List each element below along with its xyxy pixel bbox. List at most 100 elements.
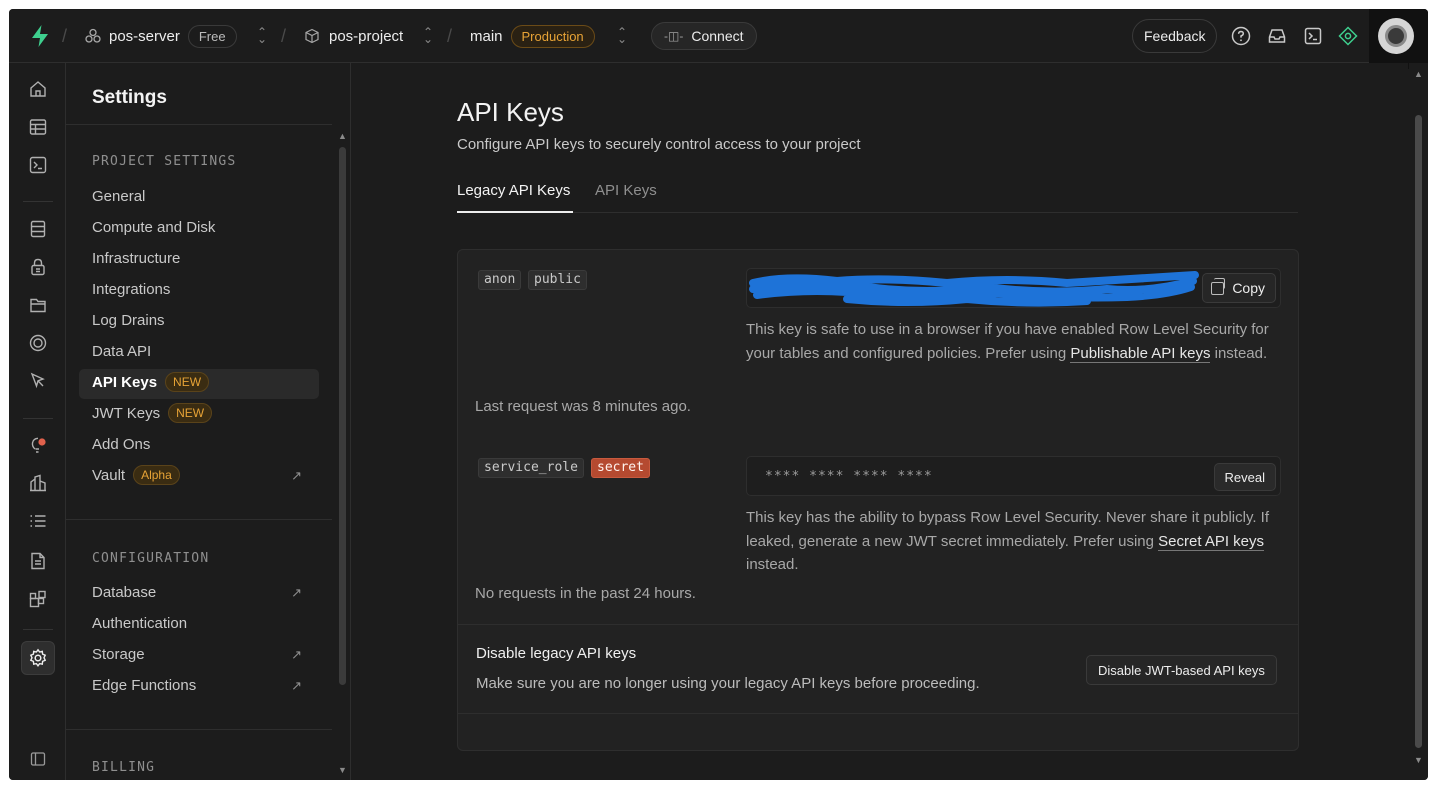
scroll-down-arrow-icon[interactable]: ▼ — [1414, 755, 1423, 765]
connect-button[interactable]: -◫- Connect — [651, 22, 757, 50]
branch-selector[interactable]: main Production — [470, 9, 595, 63]
user-avatar[interactable] — [1378, 18, 1414, 54]
scroll-down-arrow-icon[interactable]: ▼ — [338, 765, 347, 775]
project-name: pos-project — [329, 27, 404, 45]
disable-jwt-keys-button[interactable]: Disable JWT-based API keys — [1086, 655, 1277, 685]
sidebar-scrollbar[interactable]: ▲ ▼ — [336, 125, 348, 780]
avatar-area — [1369, 9, 1428, 69]
sidebar-item-label: Data API — [92, 343, 152, 360]
description-text: instead. — [1210, 344, 1268, 362]
secret-keys-link[interactable]: Secret API keys — [1158, 532, 1265, 551]
production-badge: Production — [510, 24, 595, 48]
sidebar-item-compute-and-disk[interactable]: Compute and Disk — [92, 214, 302, 242]
sidebar-item-edge-functions[interactable]: Edge Functions ↗ — [92, 672, 302, 700]
reveal-button[interactable]: Reveal — [1213, 463, 1276, 491]
branch-switcher-chevrons-icon[interactable]: ⌃ ⌄ — [617, 26, 627, 45]
rail-divider — [23, 418, 53, 419]
external-link-icon: ↗ — [291, 678, 302, 693]
project-box-icon — [305, 28, 319, 44]
main-scrollbar[interactable]: ▲ ▼ — [1409, 63, 1428, 780]
logs-icon[interactable] — [28, 511, 48, 531]
sidebar-divider — [66, 729, 332, 730]
sidebar-item-add-ons[interactable]: Add Ons — [92, 431, 302, 459]
scroll-up-arrow-icon[interactable]: ▲ — [338, 131, 347, 141]
sidebar-item-label: Edge Functions — [92, 677, 197, 694]
table-editor-icon[interactable] — [28, 117, 48, 137]
tab-legacy-api-keys[interactable]: Legacy API Keys — [457, 182, 570, 199]
project-selector[interactable]: pos-project — [304, 9, 403, 63]
edge-functions-icon[interactable] — [28, 333, 48, 353]
reports-icon[interactable] — [28, 473, 48, 493]
terminal-icon[interactable] — [1303, 26, 1323, 46]
org-name: pos-server — [109, 27, 180, 45]
rail-divider — [23, 629, 53, 630]
sidebar-divider — [66, 124, 332, 125]
auth-icon[interactable] — [28, 257, 48, 277]
sidebar-item-label: Add Ons — [92, 436, 151, 453]
sidebar-item-jwt-keys[interactable]: JWT Keys NEW — [92, 400, 302, 428]
top-bar: / pos-server Free ⌃ ⌄ / pos-project ⌃ ⌄ / … — [9, 9, 1428, 69]
section-heading-configuration: CONFIGURATION — [92, 551, 210, 566]
sql-editor-icon[interactable] — [28, 155, 48, 175]
secret-tag: secret — [591, 458, 650, 478]
service-role-key-field[interactable]: **** **** **** **** Reveal — [746, 456, 1281, 496]
service-role-last-request: No requests in the past 24 hours. — [475, 585, 696, 602]
external-link-icon: ↗ — [291, 585, 302, 600]
tab-api-keys[interactable]: API Keys — [595, 182, 657, 199]
sidebar-item-data-api[interactable]: Data API — [92, 338, 302, 366]
publishable-keys-link[interactable]: Publishable API keys — [1070, 344, 1211, 363]
project-switcher-chevrons-icon[interactable]: ⌃ ⌄ — [423, 26, 433, 45]
copy-button[interactable]: Copy — [1202, 273, 1276, 303]
org-selector[interactable]: pos-server Free — [85, 9, 237, 63]
sidebar-scroll-thumb[interactable] — [339, 147, 346, 685]
org-switcher-chevrons-icon[interactable]: ⌃ ⌄ — [257, 26, 267, 45]
sidebar-item-authentication[interactable]: Authentication — [92, 610, 302, 638]
scroll-up-arrow-icon[interactable]: ▲ — [1414, 69, 1423, 79]
sidebar-title: Settings — [92, 87, 167, 108]
inbox-icon[interactable] — [1267, 26, 1287, 46]
database-icon[interactable] — [28, 219, 48, 239]
anon-key-field[interactable]: Copy — [746, 268, 1281, 308]
new-badge: NEW — [165, 372, 210, 392]
sidebar-item-vault[interactable]: Vault Alpha ↗ — [92, 462, 302, 490]
realtime-icon[interactable] — [28, 371, 48, 391]
new-badge: NEW — [168, 403, 213, 423]
sidebar-item-integrations[interactable]: Integrations — [92, 276, 302, 304]
copy-label: Copy — [1232, 280, 1265, 296]
api-keys-tabs: Legacy API Keys API Keys — [457, 173, 1298, 213]
storage-icon[interactable] — [28, 295, 48, 315]
sidebar-item-infrastructure[interactable]: Infrastructure — [92, 245, 302, 273]
section-heading-billing: BILLING — [92, 760, 156, 775]
sidebar-item-storage[interactable]: Storage ↗ — [92, 641, 302, 669]
settings-icon[interactable] — [28, 648, 48, 668]
rail-divider — [23, 201, 53, 202]
sidebar-item-database[interactable]: Database ↗ — [92, 579, 302, 607]
breadcrumb-separator: / — [447, 26, 453, 46]
sidebar-item-log-drains[interactable]: Log Drains — [92, 307, 302, 335]
sidebar-item-label: Authentication — [92, 615, 188, 632]
supabase-logo-icon[interactable] — [29, 24, 51, 48]
integrations-icon[interactable] — [28, 589, 48, 609]
api-docs-icon[interactable] — [28, 551, 48, 571]
disable-legacy-section: Disable legacy API keys Make sure you ar… — [458, 624, 1298, 714]
disable-legacy-subtitle: Make sure you are no longer using your l… — [476, 675, 980, 692]
copy-icon — [1211, 277, 1226, 295]
sidebar-item-api-keys[interactable]: API Keys NEW — [92, 369, 302, 397]
sidebar-item-label: Database — [92, 584, 157, 601]
feedback-button[interactable]: Feedback — [1132, 19, 1218, 53]
settings-sidebar: Settings PROJECT SETTINGS General Comput… — [66, 63, 351, 780]
main-scroll-thumb[interactable] — [1415, 115, 1422, 748]
help-icon[interactable] — [1231, 26, 1251, 46]
sidebar-item-general[interactable]: General — [92, 183, 302, 211]
section-heading-project-settings: PROJECT SETTINGS — [92, 154, 237, 169]
sidebar-item-label: API Keys — [92, 374, 158, 391]
collapse-sidebar-icon[interactable] — [30, 751, 46, 767]
alpha-badge: Alpha — [133, 465, 180, 485]
disable-legacy-title: Disable legacy API keys — [476, 645, 637, 662]
advisor-icon[interactable] — [1338, 26, 1358, 46]
home-icon[interactable] — [28, 79, 48, 99]
advisors-icon[interactable] — [28, 435, 48, 455]
service-role-description: This key has the ability to bypass Row L… — [746, 506, 1286, 577]
breadcrumb-separator: / — [62, 26, 68, 46]
feedback-label: Feedback — [1144, 28, 1206, 44]
